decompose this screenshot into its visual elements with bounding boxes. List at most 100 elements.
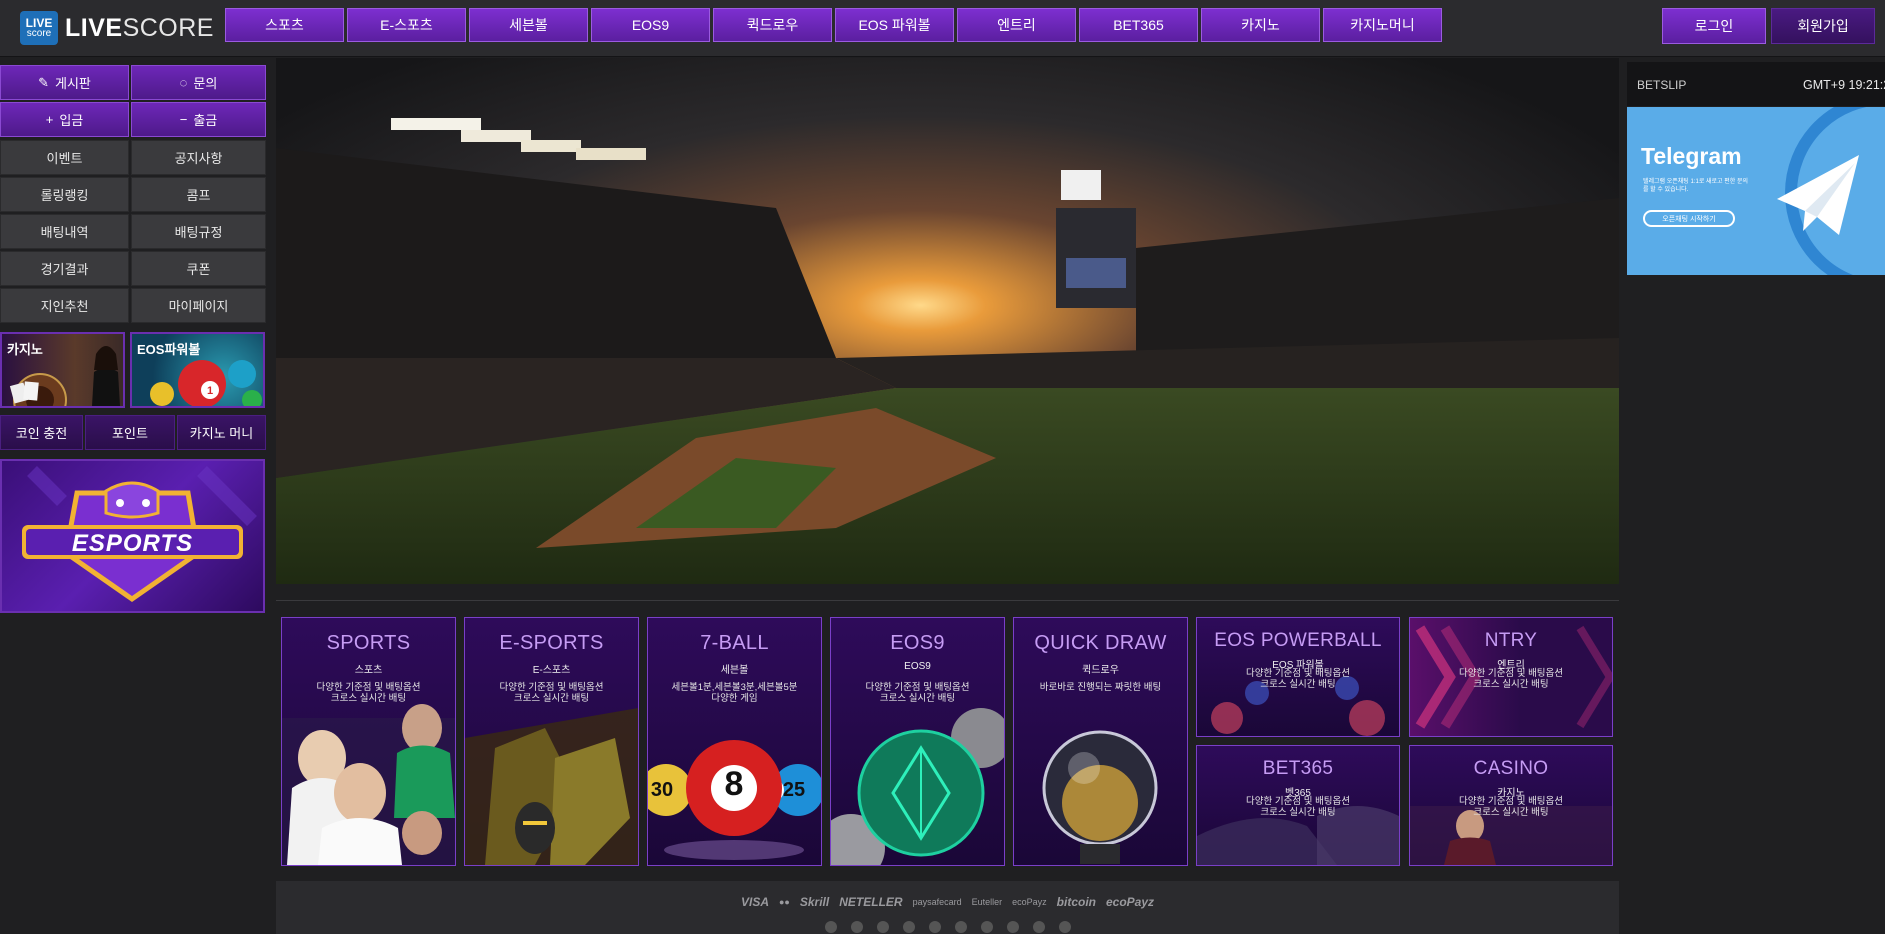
sidebar-row-money: + 입금 − 출금 (0, 102, 266, 137)
card-ntry[interactable]: NTRY 엔트리 다양한 기준점 및 배팅옵션 크로스 실시간 배팅 (1409, 617, 1613, 737)
stadium-image (276, 58, 1619, 584)
card-7ball[interactable]: 8 30 25 7-BALL 세븐볼 세븐볼1분,세븐볼3분,세븐볼5분 다양한… (647, 617, 822, 866)
payment-footer: VISA ●● Skrill NETELLER paysafecard Eute… (276, 881, 1619, 934)
billiard-balls-illustration (648, 740, 821, 860)
bet-rules-button[interactable]: 배팅규정 (131, 214, 266, 249)
board-button[interactable]: ✎ 게시판 (0, 65, 129, 100)
nav-sports[interactable]: 스포츠 (225, 8, 344, 42)
card-quickdraw[interactable]: QUICK DRAW 퀵드로우 바로바로 진행되는 짜릿한 배팅 (1013, 617, 1188, 866)
euteller-logo: Euteller (971, 897, 1003, 907)
esports-heroes-illustration (465, 708, 638, 865)
payment-logos: VISA ●● Skrill NETELLER paysafecard Eute… (276, 895, 1619, 909)
esports-banner-label: ESPORTS (71, 530, 194, 557)
notice-button[interactable]: 공지사항 (131, 140, 266, 175)
results-button[interactable]: 경기결과 (0, 251, 129, 286)
club-logo-icon (876, 921, 889, 933)
top-header: LIVE score LIVESCORE 스포츠 E-스포츠 세븐볼 EOS9 … (0, 0, 1885, 57)
content-divider (276, 600, 1619, 601)
sidebar-grid-row: 롤링랭킹 콤프 (0, 177, 266, 212)
card-bet365[interactable]: BET365 벳365 다양한 기준점 및 배팅옵션 크로스 실시간 배팅 (1196, 745, 1400, 866)
card-esports[interactable]: E-SPORTS E-스포츠 다양한 기준점 및 배팅옵션 크로스 실시간 배팅 (464, 617, 639, 866)
login-button[interactable]: 로그인 (1662, 8, 1766, 44)
nav-entry[interactable]: 엔트리 (957, 8, 1076, 42)
nav-esports[interactable]: E-스포츠 (347, 8, 466, 42)
deposit-button[interactable]: + 입금 (0, 102, 129, 137)
casino-promo-label: 카지노 (7, 342, 43, 357)
nav-quickdraw[interactable]: 퀵드로우 (713, 8, 832, 42)
card-ntry-description: 다양한 기준점 및 배팅옵션 크로스 실시간 배팅 (1458, 668, 1564, 690)
casino-promo-tile[interactable]: 카지노 (0, 332, 125, 408)
sidebar-grid-row: 경기결과 쿠폰 (0, 251, 266, 286)
withdraw-button[interactable]: − 출금 (131, 102, 266, 137)
bitcoin-logo: bitcoin (1056, 895, 1096, 909)
club-logo-icon (1058, 921, 1071, 933)
card-esports-subtitle: E-스포츠 (532, 665, 571, 676)
card-casino[interactable]: CASINO 카지노 다양한 기준점 및 배팅옵션 크로스 실시간 배팅 (1409, 745, 1613, 866)
neteller-logo: NETELLER (839, 895, 903, 909)
clock-readout: GMT+9 19:21:2 (1803, 78, 1885, 92)
event-button[interactable]: 이벤트 (0, 140, 129, 175)
card-ntry-title: NTRY (1484, 630, 1538, 651)
ball-30-number: 30 (650, 779, 674, 801)
telegram-text: 텔레그램 오픈채팅 1:1로 새로고 편한 문의를 할 수 있습니다. (1643, 179, 1748, 193)
visa-logo: VISA (740, 895, 769, 909)
rolling-rank-button[interactable]: 롤링랭킹 (0, 177, 129, 212)
bet-history-button[interactable]: 배팅내역 (0, 214, 129, 249)
card-eos-powerball-description: 다양한 기준점 및 배팅옵션 크로스 실시간 배팅 (1245, 668, 1351, 690)
nav-casino[interactable]: 카지노 (1201, 8, 1320, 42)
signup-button[interactable]: 회원가입 (1771, 8, 1875, 44)
soccer-players-illustration (282, 704, 455, 865)
card-bet365-title: BET365 (1262, 758, 1334, 779)
comp-button[interactable]: 콤프 (131, 177, 266, 212)
card-7ball-subtitle: 세븐볼 (720, 665, 749, 676)
logo-badge-bottom: score (26, 28, 52, 39)
nav-bet365[interactable]: BET365 (1079, 8, 1198, 42)
referral-button[interactable]: 지인추천 (0, 288, 129, 323)
withdraw-label: 출금 (193, 113, 218, 128)
mastercard-icon: ●● (779, 897, 790, 907)
telegram-open-chat-button[interactable]: 오픈채팅 시작하기 (1643, 210, 1735, 227)
card-sports-description: 다양한 기준점 및 배팅옵션 크로스 실시간 배팅 (316, 682, 421, 704)
coupon-button[interactable]: 쿠폰 (131, 251, 266, 286)
card-sports-title: SPORTS (326, 632, 411, 654)
main-nav: 스포츠 E-스포츠 세븐볼 EOS9 퀵드로우 EOS 파워볼 엔트리 BET3… (225, 8, 1445, 42)
card-eos9-subtitle: EOS9 (904, 661, 931, 672)
card-casino-title: CASINO (1473, 758, 1549, 779)
telegram-banner[interactable]: Telegram 텔레그램 오픈채팅 1:1로 새로고 편한 문의를 할 수 있… (1627, 107, 1885, 275)
sidebar-grid-row: 지인추천 마이페이지 (0, 288, 266, 323)
card-sports[interactable]: SPORTS 스포츠 다양한 기준점 및 배팅옵션 크로스 실시간 배팅 (281, 617, 456, 866)
card-sports-subtitle: 스포츠 (354, 665, 383, 676)
card-esports-description: 다양한 기준점 및 배팅옵션 크로스 실시간 배팅 (499, 682, 604, 704)
casino-money-button[interactable]: 카지노 머니 (177, 415, 266, 450)
logo-text: LIVESCORE (65, 14, 214, 43)
eos-powerball-promo-tile[interactable]: 1 EOS파워볼 (130, 332, 265, 408)
mypage-button[interactable]: 마이페이지 (131, 288, 266, 323)
telegram-title: Telegram (1641, 143, 1742, 169)
coin-charge-button[interactable]: 코인 충전 (0, 415, 83, 450)
plus-icon: + (45, 112, 54, 127)
card-quickdraw-description: 바로바로 진행되는 짜릿한 배팅 (1039, 682, 1162, 693)
edit-icon: ✎ (38, 74, 49, 90)
club-logo-icon (1006, 921, 1019, 933)
card-eos9[interactable]: EOS9 EOS9 다양한 기준점 및 배팅옵션 크로스 실시간 배팅 (830, 617, 1005, 866)
logo-badge: LIVE score (20, 11, 58, 45)
board-label: 게시판 (55, 76, 91, 91)
nav-eos9[interactable]: EOS9 (591, 8, 710, 42)
nav-sevenball[interactable]: 세븐볼 (469, 8, 588, 42)
hero-banner (276, 58, 1619, 584)
nav-casino-money[interactable]: 카지노머니 (1323, 8, 1442, 42)
inquiry-label: 문의 (193, 76, 218, 91)
card-eos-powerball[interactable]: EOS POWERBALL EOS 파워볼 다양한 기준점 및 배팅옵션 크로스… (1196, 617, 1400, 737)
inquiry-button[interactable]: ◌ 문의 (131, 65, 266, 100)
chat-icon: ◌ (179, 75, 188, 90)
esports-banner[interactable]: ESPORTS (0, 459, 265, 613)
betslip-header: BETSLIP GMT+9 19:21:2 (1627, 62, 1885, 106)
ball-8-number: 8 (724, 765, 744, 803)
card-7ball-description: 세븐볼1분,세븐볼3분,세븐볼5분 다양한 게임 (671, 682, 798, 704)
points-button[interactable]: 포인트 (85, 415, 175, 450)
card-eos-powerball-title: EOS POWERBALL (1214, 630, 1382, 651)
minus-icon: − (179, 112, 188, 127)
logo-text-light: SCORE (122, 13, 214, 42)
site-logo[interactable]: LIVE score LIVESCORE (20, 9, 214, 47)
nav-eos-powerball[interactable]: EOS 파워볼 (835, 8, 954, 42)
